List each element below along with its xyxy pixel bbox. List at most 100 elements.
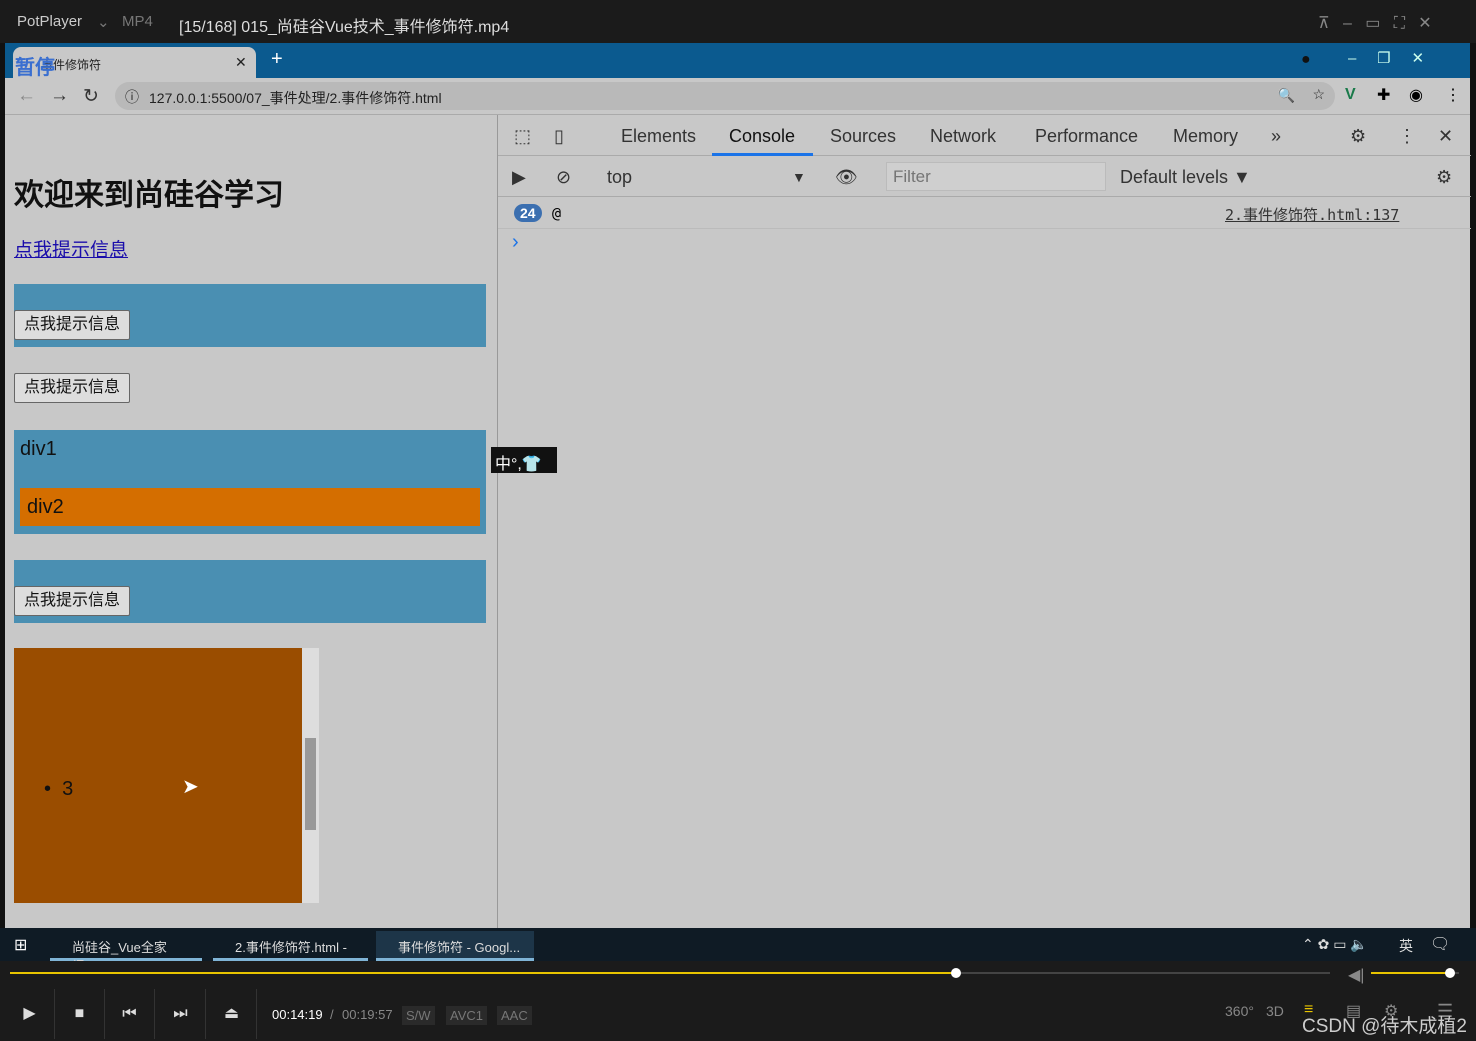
- self-div[interactable]: 点我提示信息: [14, 560, 486, 623]
- volume-fill: [1371, 972, 1451, 974]
- format-label: MP4: [122, 13, 153, 30]
- menu-icon[interactable]: ⋮: [1445, 85, 1461, 105]
- account-icon[interactable]: ◉: [1409, 85, 1423, 105]
- star-icon[interactable]: ☆: [1312, 86, 1325, 103]
- tab-memory[interactable]: Memory: [1173, 126, 1238, 147]
- tag-avc1: AVC1: [446, 1006, 487, 1025]
- player-titlebar: PotPlayer ⌄ MP4 [15/168] 015_尚硅谷Vue技术_事件…: [0, 0, 1476, 43]
- url-text: 127.0.0.1:5500/07_事件处理/2.事件修饰符.html: [149, 90, 442, 106]
- alert-button-once[interactable]: 点我提示信息: [14, 373, 131, 403]
- alert-button-self[interactable]: 点我提示信息: [14, 586, 131, 616]
- 3d-icon[interactable]: 3D: [1266, 1003, 1284, 1019]
- forward-icon[interactable]: →: [50, 85, 69, 107]
- div2[interactable]: div2: [20, 488, 480, 526]
- log-levels-select[interactable]: Default levels ▼: [1120, 167, 1251, 188]
- log-text: @: [552, 204, 562, 222]
- browser-window-controls[interactable]: – ❐ ✕: [1348, 49, 1424, 67]
- inspect-icon[interactable]: ⬚: [514, 126, 531, 147]
- tab-performance[interactable]: Performance: [1035, 126, 1138, 147]
- time-separator: /: [330, 1007, 334, 1022]
- scrollbar-thumb[interactable]: [305, 738, 316, 830]
- ime-language[interactable]: 英: [1399, 936, 1413, 956]
- notifications-icon[interactable]: 🗨: [1430, 934, 1450, 954]
- repeat-count-badge: 24: [514, 204, 542, 222]
- list-scrollbar[interactable]: [302, 648, 319, 903]
- div2-label: div2: [27, 496, 64, 518]
- tag-aac: AAC: [497, 1006, 532, 1025]
- console-settings-icon[interactable]: ⚙: [1436, 167, 1452, 188]
- reload-icon[interactable]: ↻: [83, 85, 99, 108]
- stop-button[interactable]: ■: [55, 989, 105, 1039]
- live-expression-icon[interactable]: 👁: [835, 167, 858, 188]
- windows-taskbar: ⊞ 尚硅谷_Vue全家桶.d... 2.事件修饰符.html - ... 事件修…: [0, 928, 1476, 974]
- taskbar-vscode[interactable]: 2.事件修饰符.html - ...: [213, 931, 368, 971]
- close-devtools-icon[interactable]: ✕: [1438, 126, 1453, 147]
- volume-slider[interactable]: [1371, 968, 1459, 978]
- seek-fill: [10, 972, 957, 974]
- info-icon: ⓘ: [125, 89, 139, 105]
- taskbar-word[interactable]: 尚硅谷_Vue全家桶.d...: [50, 931, 202, 974]
- browser-tabbar: 事件修饰符 暂停 ✕ + ● – ❐ ✕: [5, 43, 1470, 79]
- seek-bar[interactable]: [10, 968, 1330, 978]
- console-prompt[interactable]: ›: [512, 231, 519, 254]
- tab-sources[interactable]: Sources: [830, 126, 896, 147]
- page-content: 欢迎来到尚硅谷学习 点我提示信息 点我提示信息 点我提示信息 div1 div2…: [5, 115, 497, 928]
- watermark: CSDN @待木成植2: [1302, 1016, 1467, 1037]
- more-options-icon[interactable]: ⋮: [1398, 126, 1416, 147]
- tab-console[interactable]: Console: [729, 126, 795, 147]
- filter-input[interactable]: [886, 162, 1106, 191]
- tag-sw[interactable]: S/W: [402, 1006, 435, 1025]
- seek-handle[interactable]: [951, 968, 962, 978]
- more-tabs-icon[interactable]: »: [1271, 126, 1281, 147]
- alert-button-stop[interactable]: 点我提示信息: [14, 310, 131, 340]
- paused-overlay: 暂停: [15, 57, 55, 79]
- stop-div[interactable]: 点我提示信息: [14, 284, 486, 347]
- address-bar-row: ← → ↻ ⓘ 127.0.0.1:5500/07_事件处理/2.事件修饰符.h…: [5, 78, 1470, 115]
- app-menu-chevron-icon[interactable]: ⌄: [97, 13, 110, 31]
- total-time: 00:19:57: [342, 1007, 393, 1022]
- profile-icon[interactable]: ●: [1301, 51, 1311, 69]
- mute-icon[interactable]: ◀|: [1348, 965, 1364, 985]
- list-item: • 3: [44, 778, 74, 800]
- url-input[interactable]: ⓘ 127.0.0.1:5500/07_事件处理/2.事件修饰符.html 🔍 …: [115, 82, 1335, 110]
- device-toolbar-icon[interactable]: ▯: [554, 126, 564, 147]
- div1[interactable]: div1 div2: [14, 430, 486, 534]
- scroll-list[interactable]: • 3 ➤: [14, 648, 302, 903]
- source-link[interactable]: 2.事件修饰符.html:137: [1225, 204, 1399, 225]
- tab-elements[interactable]: Elements: [621, 126, 696, 147]
- tray-icons[interactable]: ⌃ ✿ ▭ 🔈: [1302, 936, 1368, 953]
- vue-devtools-icon[interactable]: V: [1345, 86, 1356, 104]
- windows-start-icon[interactable]: ⊞: [14, 935, 27, 955]
- volume-handle[interactable]: [1445, 968, 1456, 978]
- 360-icon[interactable]: 360°: [1225, 1003, 1254, 1019]
- clear-console-icon[interactable]: ⊘: [556, 167, 571, 188]
- settings-icon[interactable]: ⚙: [1350, 126, 1366, 147]
- eject-button[interactable]: ⏏: [207, 989, 257, 1039]
- previous-button[interactable]: ⏮: [105, 989, 155, 1039]
- window-controls[interactable]: ⊼ – ▭ ⛶ ✕: [1318, 13, 1432, 33]
- player-controls: ◀| ▶ ■ ⏮ ⏭ ⏏ 00:14:19 / 00:19:57 S/W AVC…: [0, 961, 1476, 1041]
- context-select[interactable]: top: [607, 167, 632, 188]
- extensions-icon[interactable]: ✚: [1377, 85, 1390, 105]
- ime-indicator: 中°,👕: [491, 447, 557, 473]
- page-title: 欢迎来到尚硅谷学习: [14, 179, 284, 212]
- context-dropdown-icon[interactable]: ▼: [792, 169, 806, 185]
- cursor-icon: ➤: [182, 776, 199, 798]
- zoom-icon[interactable]: 🔍: [1278, 87, 1295, 104]
- close-tab-icon[interactable]: ✕: [235, 54, 247, 71]
- app-menu[interactable]: PotPlayer: [17, 13, 82, 30]
- devtools-panel: ⬚ ▯ Elements Console Sources Network Per…: [497, 115, 1471, 928]
- back-icon[interactable]: ←: [17, 85, 36, 107]
- tab-network[interactable]: Network: [930, 126, 996, 147]
- browser-tab[interactable]: 事件修饰符 暂停 ✕: [13, 47, 256, 79]
- video-title: [15/168] 015_尚硅谷Vue技术_事件修饰符.mp4: [179, 19, 510, 36]
- next-button[interactable]: ⏭: [156, 989, 206, 1039]
- taskbar-chrome[interactable]: 事件修饰符 - Googl...: [376, 931, 534, 961]
- new-tab-button[interactable]: +: [271, 48, 283, 71]
- sidebar-toggle-icon[interactable]: ▶: [512, 167, 526, 188]
- current-time: 00:14:19: [272, 1007, 323, 1022]
- play-button[interactable]: ▶: [5, 989, 55, 1039]
- console-message: 24 @ 2.事件修饰符.html:137: [498, 199, 1471, 229]
- div1-label: div1: [20, 438, 57, 460]
- alert-link[interactable]: 点我提示信息: [14, 235, 128, 262]
